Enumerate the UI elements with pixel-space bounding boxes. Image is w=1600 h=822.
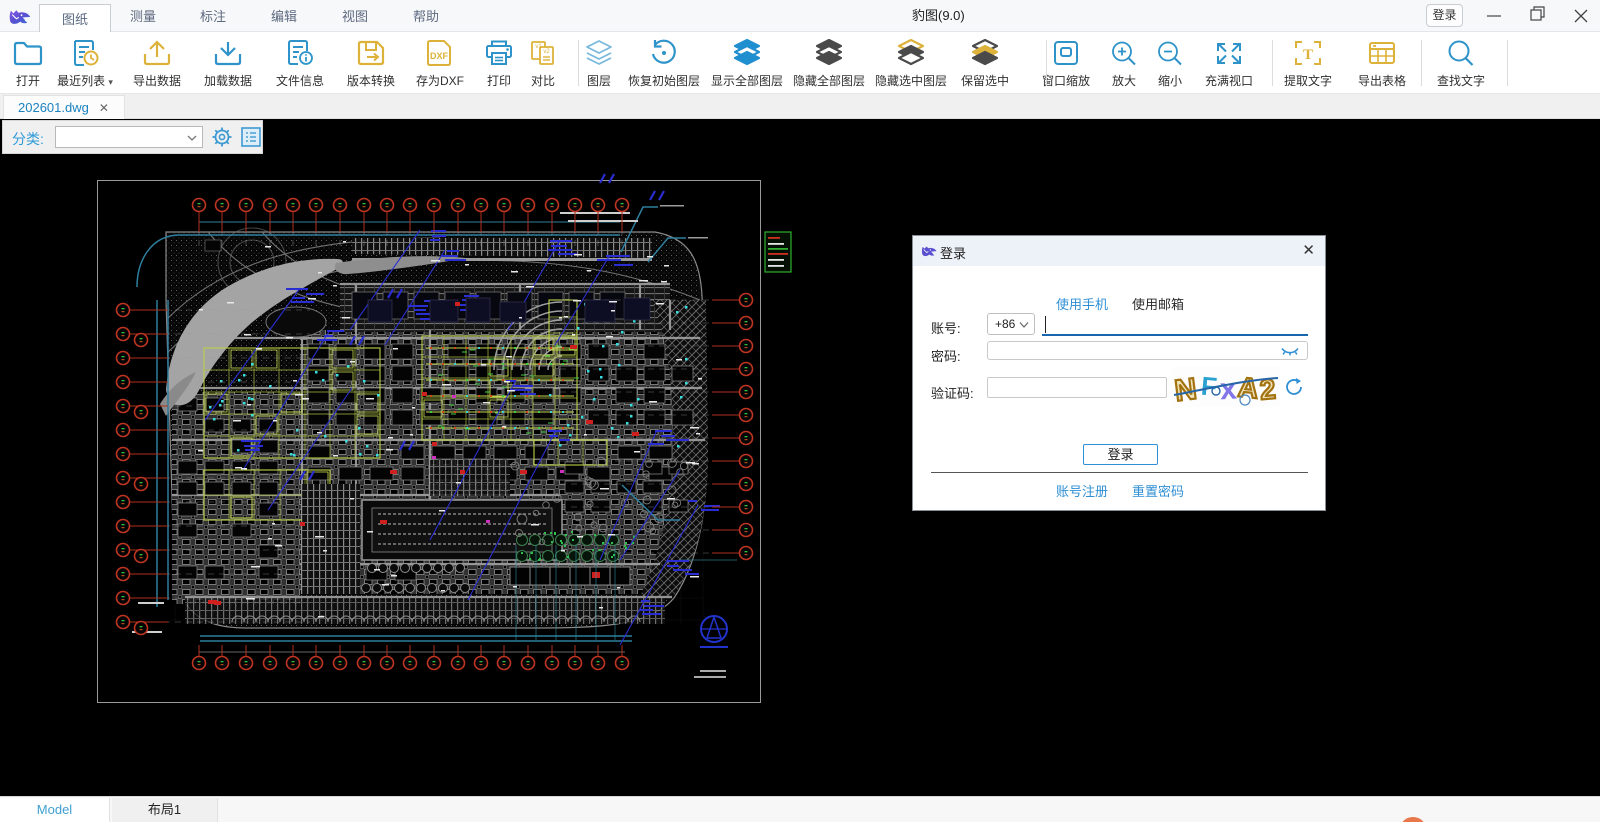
svg-text:x: x xyxy=(1219,372,1238,406)
svg-text:N: N xyxy=(1173,373,1199,407)
svg-text:T: T xyxy=(1303,47,1313,63)
svg-text:v1: v1 xyxy=(535,44,542,50)
svg-text:v2: v2 xyxy=(543,49,550,55)
svg-text:DXF: DXF xyxy=(430,51,449,61)
